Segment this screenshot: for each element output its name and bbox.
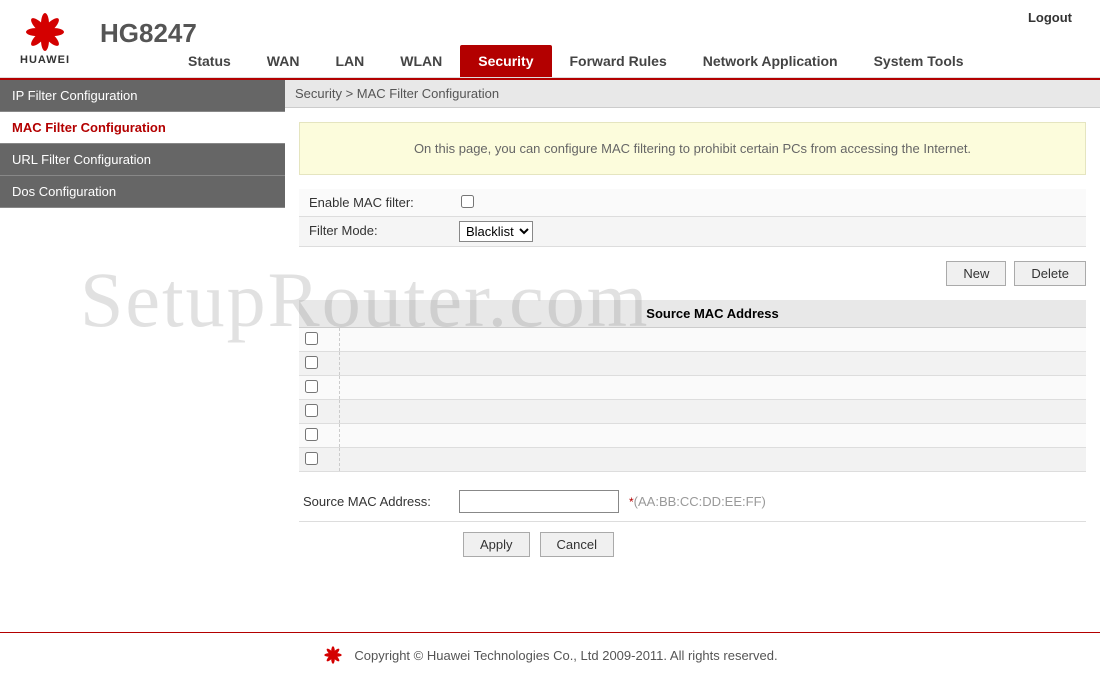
huawei-logo-icon <box>21 12 69 52</box>
logout-link[interactable]: Logout <box>1028 10 1072 25</box>
config-row-mode: Filter Mode: Blacklist <box>299 217 1086 247</box>
delete-button[interactable]: Delete <box>1014 261 1086 286</box>
row-checkbox[interactable] <box>305 332 318 345</box>
table-row <box>299 448 1086 472</box>
table-header-check <box>299 300 339 328</box>
row-mac-value <box>339 448 1086 472</box>
enable-label: Enable MAC filter: <box>299 189 449 216</box>
brand-text: HUAWEI <box>20 54 70 66</box>
row-mac-value <box>339 352 1086 376</box>
row-checkbox[interactable] <box>305 356 318 369</box>
cancel-button[interactable]: Cancel <box>540 532 614 557</box>
sidebar-item-url-filter[interactable]: URL Filter Configuration <box>0 144 285 176</box>
apply-button[interactable]: Apply <box>463 532 530 557</box>
source-mac-label: Source MAC Address: <box>299 488 459 515</box>
row-checkbox[interactable] <box>305 428 318 441</box>
row-mac-value <box>339 400 1086 424</box>
row-checkbox[interactable] <box>305 452 318 465</box>
sidebar: IP Filter Configuration MAC Filter Confi… <box>0 80 285 610</box>
row-mac-value <box>339 376 1086 400</box>
config-row-enable: Enable MAC filter: <box>299 189 1086 217</box>
nav-security[interactable]: Security <box>460 45 551 77</box>
mode-label: Filter Mode: <box>299 217 449 246</box>
mode-value: Blacklist <box>449 217 1086 246</box>
sidebar-item-dos[interactable]: Dos Configuration <box>0 176 285 208</box>
nav-forward-rules[interactable]: Forward Rules <box>552 45 685 77</box>
header: HUAWEI HG8247 Logout Status WAN LAN WLAN… <box>0 0 1100 78</box>
enable-value <box>449 189 1086 216</box>
nav-wlan[interactable]: WLAN <box>382 45 460 77</box>
logo-block: HUAWEI <box>20 12 70 66</box>
enable-mac-filter-checkbox[interactable] <box>461 195 474 208</box>
nav-system-tools[interactable]: System Tools <box>856 45 982 77</box>
table-header-mac: Source MAC Address <box>339 300 1086 328</box>
nav-lan[interactable]: LAN <box>317 45 382 77</box>
sidebar-item-ip-filter[interactable]: IP Filter Configuration <box>0 80 285 112</box>
row-mac-value <box>339 424 1086 448</box>
config-table: Enable MAC filter: Filter Mode: Blacklis… <box>299 189 1086 247</box>
table-row <box>299 424 1086 448</box>
row-mac-value <box>339 328 1086 352</box>
info-box: On this page, you can configure MAC filt… <box>299 122 1086 175</box>
footer: Copyright © Huawei Technologies Co., Ltd… <box>0 632 1100 677</box>
sidebar-item-mac-filter[interactable]: MAC Filter Configuration <box>0 112 285 144</box>
table-row <box>299 400 1086 424</box>
hint-format: (AA:BB:CC:DD:EE:FF) <box>634 494 766 509</box>
footer-text: Copyright © Huawei Technologies Co., Ltd… <box>354 648 777 663</box>
mac-address-table: Source MAC Address <box>299 300 1086 472</box>
footer-logo-icon <box>322 645 344 665</box>
nav-network-application[interactable]: Network Application <box>685 45 856 77</box>
table-action-buttons: New Delete <box>299 261 1086 286</box>
source-mac-input[interactable] <box>459 490 619 513</box>
new-button[interactable]: New <box>946 261 1006 286</box>
main-nav: Status WAN LAN WLAN Security Forward Rul… <box>170 43 982 77</box>
row-checkbox[interactable] <box>305 404 318 417</box>
filter-mode-select[interactable]: Blacklist <box>459 221 533 242</box>
breadcrumb: Security > MAC Filter Configuration <box>285 80 1100 108</box>
main-panel: Security > MAC Filter Configuration On t… <box>285 80 1100 610</box>
nav-status[interactable]: Status <box>170 45 249 77</box>
apply-row: Apply Cancel <box>463 532 1086 557</box>
table-row <box>299 352 1086 376</box>
table-row <box>299 328 1086 352</box>
nav-wan[interactable]: WAN <box>249 45 318 77</box>
table-row <box>299 376 1086 400</box>
content-area: IP Filter Configuration MAC Filter Confi… <box>0 80 1100 610</box>
row-checkbox[interactable] <box>305 380 318 393</box>
source-mac-input-row: Source MAC Address: *(AA:BB:CC:DD:EE:FF) <box>299 482 1086 522</box>
